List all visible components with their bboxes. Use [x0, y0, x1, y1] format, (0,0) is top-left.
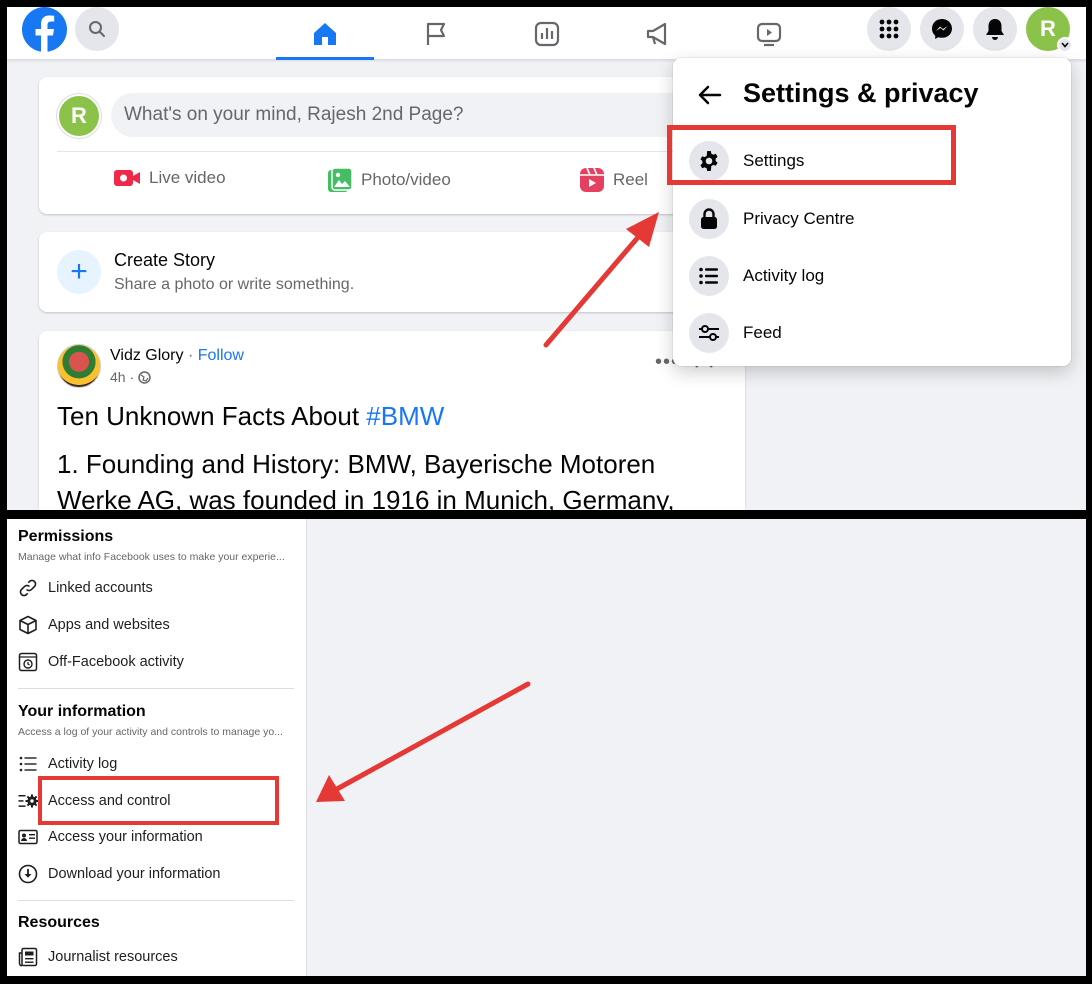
- tab-ads[interactable]: [609, 7, 707, 60]
- grid-icon: [879, 19, 899, 39]
- bottom-screenshot-panel: Permissions Manage what info Facebook us…: [7, 519, 1086, 976]
- back-arrow-icon[interactable]: [697, 82, 723, 108]
- globe-icon: [138, 370, 151, 384]
- follow-link[interactable]: Follow: [198, 347, 244, 364]
- post-author-separator: ·: [183, 347, 198, 364]
- your-information-heading: Your information: [18, 703, 146, 720]
- list-icon: [699, 267, 718, 285]
- your-information-description: Access a log of your activity and contro…: [18, 726, 283, 738]
- menu-title: Settings & privacy: [743, 78, 979, 108]
- notifications-button[interactable]: [973, 7, 1017, 51]
- flag-icon: [426, 22, 446, 45]
- post-author-avatar[interactable]: [57, 344, 101, 388]
- composer-avatar: R: [57, 94, 101, 138]
- top-navigation-bar: R: [7, 7, 1086, 60]
- sliders-icon: [699, 325, 719, 341]
- sidebar-item-apps-and-websites[interactable]: Apps and websites: [18, 615, 170, 635]
- list-gear-icon: [18, 794, 38, 808]
- insights-icon: [534, 21, 560, 46]
- menu-item-label: Privacy Centre: [743, 209, 855, 228]
- live-video-icon: [114, 170, 140, 186]
- post-title: Ten Unknown Facts About #BMW: [57, 401, 444, 432]
- sidebar-item-label: Journalist resources: [48, 949, 178, 965]
- reel-button[interactable]: Reel: [579, 167, 648, 193]
- menu-item-label: Feed: [743, 323, 782, 342]
- sidebar-item-access-your-information[interactable]: Access your information: [18, 827, 203, 847]
- post-body: 1. Founding and History: BMW, Bayerische…: [57, 449, 675, 510]
- menu-item-activity-log[interactable]: Activity log: [689, 252, 1049, 300]
- sidebar-item-off-facebook-activity[interactable]: Off-Facebook activity: [18, 652, 184, 672]
- top-screenshot-panel: R R What's on your mind, Rajesh 2nd Page…: [7, 7, 1086, 510]
- section-divider: [18, 688, 294, 689]
- post-time: 4h ·: [110, 369, 135, 385]
- composer-divider: [57, 151, 727, 152]
- sidebar-item-label: Access your information: [48, 829, 203, 845]
- home-icon: [314, 22, 336, 45]
- sidebar-item-download-your-information[interactable]: Download your information: [18, 864, 220, 884]
- tab-insights[interactable]: [498, 7, 596, 60]
- lock-icon: [701, 208, 717, 229]
- sidebar-item-label: Activity log: [48, 756, 118, 772]
- live-video-label: Live video: [149, 168, 226, 187]
- resources-heading: Resources: [18, 914, 100, 931]
- id-card-icon: [18, 829, 38, 845]
- post-author-name[interactable]: Vidz Glory: [110, 347, 184, 364]
- settings-sidebar: Permissions Manage what info Facebook us…: [7, 519, 307, 976]
- tab-home[interactable]: [276, 7, 374, 60]
- sidebar-item-label: Apps and websites: [48, 617, 170, 633]
- cube-icon: [19, 615, 37, 635]
- video-play-icon: [756, 22, 782, 46]
- create-story-subtitle: Share a photo or write something.: [114, 276, 355, 293]
- post-timestamp: 4h ·: [110, 369, 151, 385]
- menu-item-feed[interactable]: Feed: [689, 309, 1049, 357]
- whats-on-your-mind-input[interactable]: What's on your mind, Rajesh 2nd Page?: [111, 93, 731, 137]
- photo-video-label: Photo/video: [361, 170, 451, 189]
- megaphone-icon: [646, 22, 667, 45]
- post-author-line: Vidz Glory · Follow: [110, 347, 244, 365]
- tab-watch[interactable]: [720, 7, 818, 60]
- settings-privacy-menu: Settings & privacy Settings Privacy Cent…: [673, 58, 1071, 366]
- create-story-title: Create Story: [114, 250, 216, 270]
- post-composer: R What's on your mind, Rajesh 2nd Page? …: [39, 77, 745, 214]
- section-divider: [18, 900, 294, 901]
- tab-pages[interactable]: [387, 7, 485, 60]
- messenger-button[interactable]: [920, 7, 964, 51]
- feed-post: Vidz Glory · Follow 4h · ••• Ten Unknown…: [39, 331, 745, 510]
- sidebar-item-label: Linked accounts: [48, 580, 153, 596]
- search-icon: [89, 21, 105, 37]
- permissions-description: Manage what info Facebook uses to make y…: [18, 551, 285, 563]
- messenger-icon: [932, 19, 952, 39]
- chevron-down-icon[interactable]: [1057, 37, 1073, 53]
- photo-video-button[interactable]: Photo/video: [327, 167, 451, 193]
- history-icon: [18, 652, 38, 672]
- sidebar-item-label: Off-Facebook activity: [48, 654, 184, 670]
- hashtag-link[interactable]: #BMW: [366, 401, 444, 431]
- menu-grid-button[interactable]: [867, 7, 911, 51]
- plus-icon: +: [57, 250, 101, 294]
- newspaper-icon: [18, 947, 38, 967]
- create-story-card[interactable]: + Create Story Share a photo or write so…: [39, 232, 745, 312]
- menu-item-privacy-centre[interactable]: Privacy Centre: [689, 195, 1049, 243]
- sidebar-item-linked-accounts[interactable]: Linked accounts: [18, 578, 153, 598]
- list-icon: [19, 756, 37, 772]
- link-icon: [19, 579, 37, 597]
- post-title-text: Ten Unknown Facts About: [57, 401, 367, 431]
- access-and-control-highlight-box: [38, 776, 279, 825]
- sidebar-item-activity-log[interactable]: Activity log: [18, 754, 117, 774]
- search-button[interactable]: [75, 7, 119, 51]
- photo-video-icon: [328, 167, 353, 192]
- reel-icon: [580, 167, 604, 192]
- settings-highlight-box: [667, 125, 956, 185]
- sidebar-item-label: Download your information: [48, 866, 221, 882]
- facebook-logo-icon[interactable]: [22, 7, 67, 52]
- reel-label: Reel: [613, 170, 648, 189]
- bell-icon: [986, 19, 1004, 40]
- live-video-button[interactable]: Live video: [113, 167, 226, 189]
- menu-item-label: Activity log: [743, 266, 825, 285]
- sidebar-item-journalist-resources[interactable]: Journalist resources: [18, 947, 178, 967]
- download-icon: [18, 864, 38, 884]
- permissions-heading: Permissions: [18, 528, 114, 545]
